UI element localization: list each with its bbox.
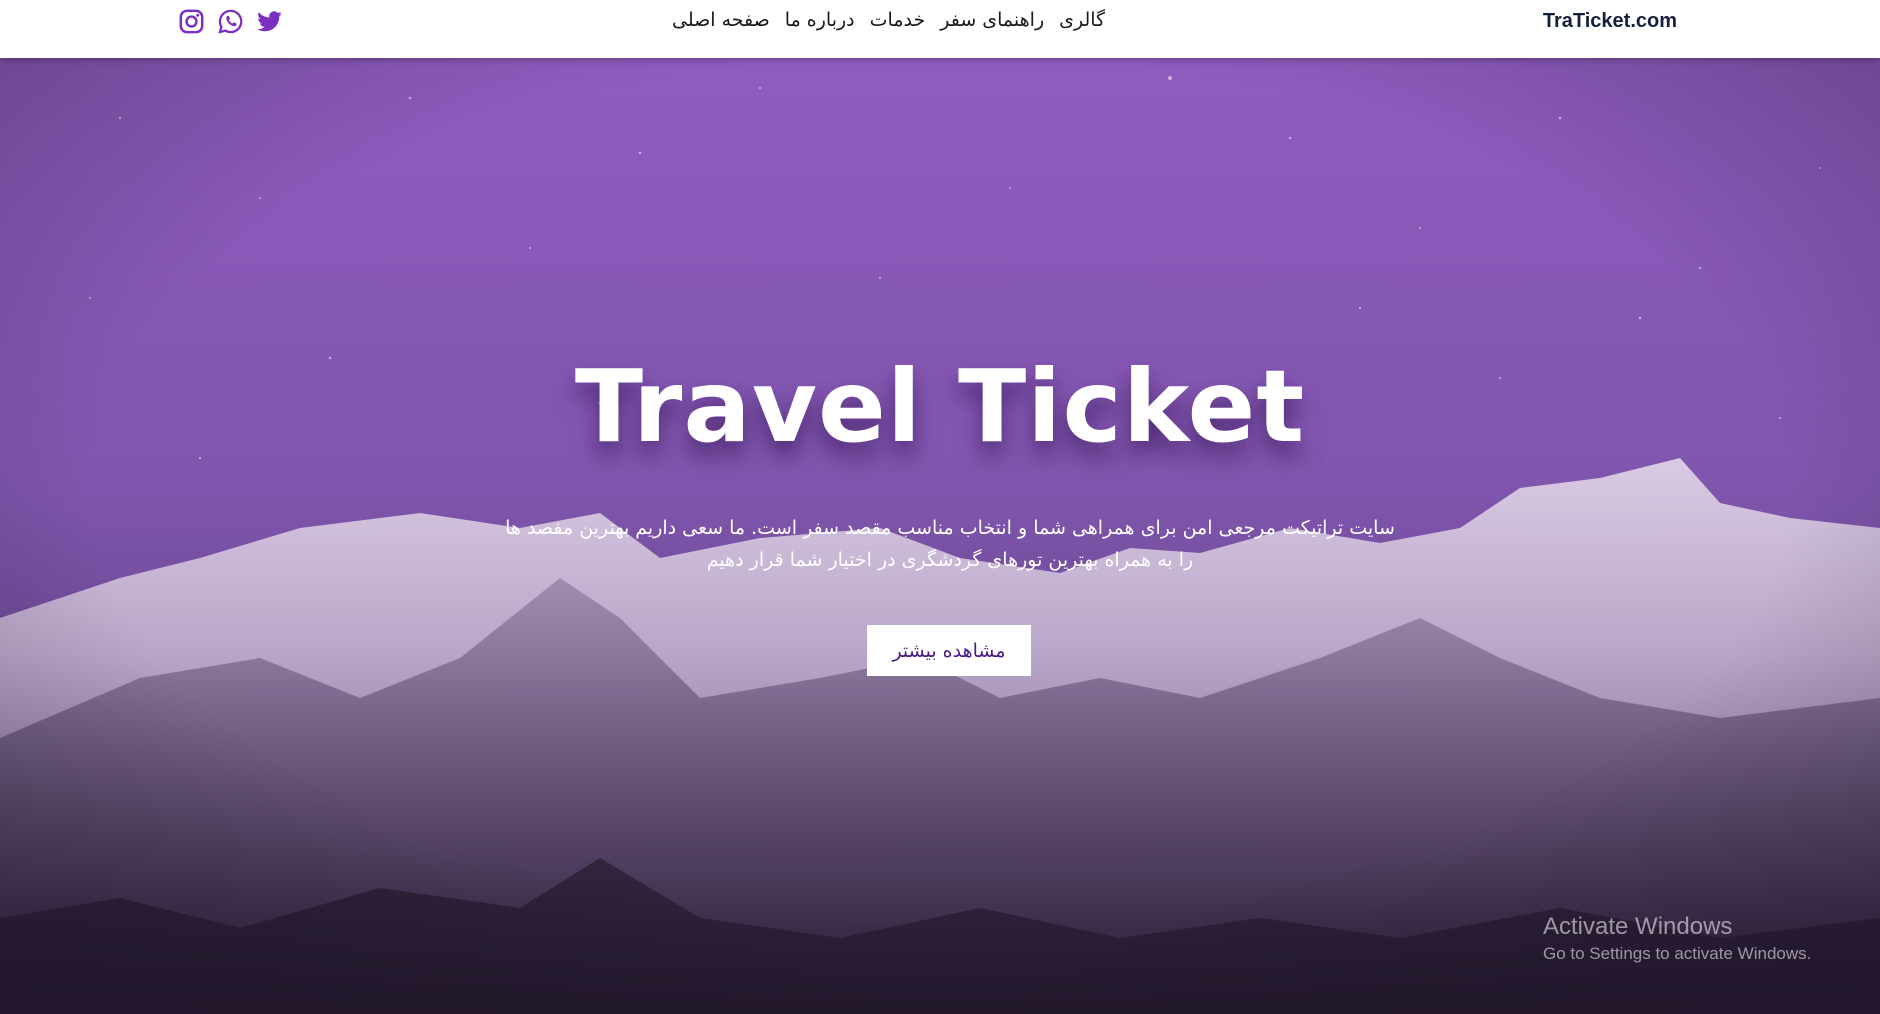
hero-title: Travel Ticket xyxy=(574,348,1306,465)
nav-item-about[interactable]: درباره ما xyxy=(785,9,855,31)
whatsapp-icon[interactable] xyxy=(217,8,244,35)
social-links xyxy=(178,8,283,35)
hero-description: سایت تراتیکت مرجعی امن برای همراهی شما و… xyxy=(490,512,1410,576)
nav-item-travel-guide[interactable]: راهنمای سفر xyxy=(940,9,1044,31)
twitter-icon[interactable] xyxy=(256,8,283,35)
main-nav: صفحه اصلی درباره ما خدمات راهنمای سفر گا… xyxy=(672,9,1122,31)
brand-logo-link[interactable]: TraTicket.com xyxy=(1543,10,1677,33)
instagram-icon[interactable] xyxy=(178,8,205,35)
navbar: TraTicket.com صفحه اصلی درباره ما خدمات … xyxy=(0,0,1880,58)
nav-item-home[interactable]: صفحه اصلی xyxy=(672,9,770,31)
hero-description-line-1: سایت تراتیکت مرجعی امن برای همراهی شما و… xyxy=(505,517,1395,539)
see-more-button[interactable]: مشاهده بیشتر xyxy=(867,625,1031,676)
nav-item-gallery[interactable]: گالری xyxy=(1059,9,1105,31)
watermark-title: Activate Windows xyxy=(1543,913,1733,940)
hero-section: Travel Ticket سایت تراتیکت مرجعی امن برا… xyxy=(0,58,1880,1014)
watermark-subtitle: Go to Settings to activate Windows. xyxy=(1543,944,1812,963)
windows-activation-watermark: Activate Windows Go to Settings to activ… xyxy=(1543,912,1811,966)
nav-item-services[interactable]: خدمات xyxy=(870,9,926,31)
page: TraTicket.com صفحه اصلی درباره ما خدمات … xyxy=(0,0,1880,1014)
hero-description-line-2: را به همراه بهترین تورهای گردشگری در اخت… xyxy=(706,549,1194,571)
